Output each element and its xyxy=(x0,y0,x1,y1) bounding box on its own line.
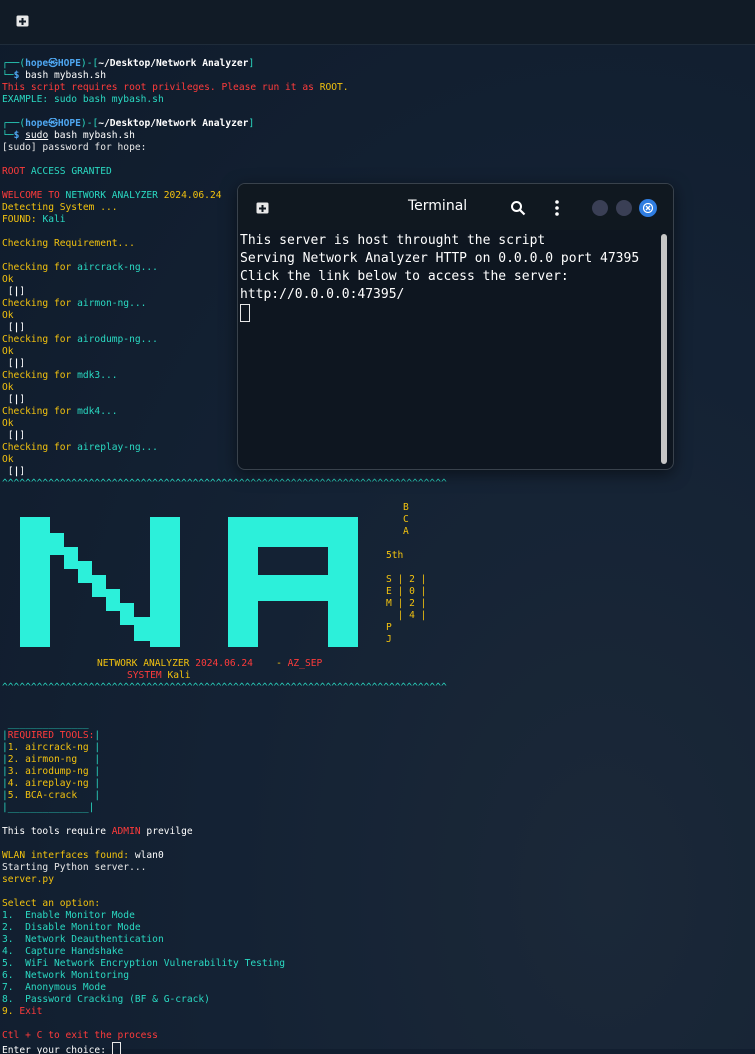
admin-line: This tools require ADMIN previlge xyxy=(2,826,193,837)
window-cursor xyxy=(240,304,250,322)
output-line: This server is host throught the script xyxy=(240,233,546,248)
side-pj: PJ xyxy=(386,622,392,645)
tools-box-top: ______________ xyxy=(2,718,89,729)
side-5th: 5th xyxy=(386,550,404,561)
tools-box-item: |1. aircrack-ng | xyxy=(2,742,101,753)
tools-box-head: |REQUIRED TOOLS:| xyxy=(2,730,101,741)
enter-choice[interactable]: Enter your choice: xyxy=(2,1042,742,1054)
option-item: 5. WiFi Network Encryption Vulnerability… xyxy=(2,958,286,969)
tools-box-bottom: |______________| xyxy=(2,802,95,813)
option-item: 8. Password Cracking (BF & G-crack) xyxy=(2,994,210,1005)
terminal-window[interactable]: Terminal This server is host throught th… xyxy=(237,183,674,470)
example-line: EXAMPLE: sudo bash mybash.sh xyxy=(2,94,164,105)
option-item: 7. Anonymous Mode xyxy=(2,982,106,993)
tools-box-item: |3. airodump-ng | xyxy=(2,766,101,777)
tools-box-item: |4. aireplay-ng | xyxy=(2,778,101,789)
access-granted: ROOT ACCESS GRANTED xyxy=(2,166,112,177)
scrollbar[interactable] xyxy=(661,234,667,464)
caret-divider: ^^^^^^^^^^^^^^^^^^^^^^^^^^^^^^^^^^^^^^^^… xyxy=(2,478,447,489)
tools-box-item: |2. airmon-ng | xyxy=(2,754,101,765)
window-title: Terminal xyxy=(408,198,468,214)
system-line: SYSTEM Kali xyxy=(127,670,191,681)
banner-line: NETWORK ANALYZER 2024.06.24 - AZ_SEP xyxy=(97,658,323,669)
option-item: 6. Network Monitoring xyxy=(2,970,130,981)
select-option: Select an option: xyxy=(2,898,101,909)
server-link[interactable]: http://0.0.0.0:47395/ xyxy=(240,286,660,304)
sudo-prompt: [sudo] password for hope: xyxy=(2,142,147,153)
side-bca: BCA xyxy=(403,502,409,537)
maximize-button[interactable] xyxy=(616,200,632,216)
serverpy-line: server.py xyxy=(2,874,54,885)
side-sem: S | 2 | E | 0 | M | 2 | | 4 | xyxy=(386,574,427,621)
output-line: Serving Network Analyzer HTTP on 0.0.0.0… xyxy=(240,251,640,266)
output-line: Click the link below to access the serve… xyxy=(240,269,569,284)
menu-dots-icon[interactable] xyxy=(554,199,560,217)
top-bar xyxy=(0,0,755,45)
new-tab-icon[interactable] xyxy=(16,14,29,27)
prompt-line: ┌──(hope㉿HOPE)-[~/Desktop/Network Analyz… xyxy=(2,118,255,129)
window-header: Terminal xyxy=(238,184,673,230)
terminal-output-lower: NETWORK ANALYZER 2024.06.24 - AZ_SEP SYS… xyxy=(2,658,742,1054)
option-item: 3. Network Deauthentication xyxy=(2,934,164,945)
window-output: This server is host throught the script … xyxy=(240,232,660,322)
minimize-button[interactable] xyxy=(592,200,608,216)
prompt-line: ┌──(hope㉿HOPE)-[~/Desktop/Network Analyz… xyxy=(2,58,255,69)
na-logo xyxy=(20,517,358,647)
command-line: └─$ sudo bash mybash.sh xyxy=(2,130,135,141)
caret-divider: ^^^^^^^^^^^^^^^^^^^^^^^^^^^^^^^^^^^^^^^^… xyxy=(2,682,447,693)
option-exit: 9. Exit xyxy=(2,1006,43,1017)
error-line: This script requires root privileges. Pl… xyxy=(2,82,349,93)
close-icon xyxy=(643,203,653,213)
option-item: 4. Capture Handshake xyxy=(2,946,124,957)
starting-line: Starting Python server... xyxy=(2,862,147,873)
search-icon[interactable] xyxy=(510,200,526,216)
command-line: └─$ bash mybash.sh xyxy=(2,70,106,81)
option-item: 1. Enable Monitor Mode xyxy=(2,910,135,921)
ctl-exit-line: Ctl + C to exit the process xyxy=(2,1030,158,1041)
option-item: 2. Disable Monitor Mode xyxy=(2,922,141,933)
terminal-cursor xyxy=(111,1042,121,1054)
close-button[interactable] xyxy=(639,199,657,217)
new-tab-icon[interactable] xyxy=(256,201,269,214)
tools-box-item: |5. BCA-crack | xyxy=(2,790,101,801)
wlan-line: WLAN interfaces found: wlan0 xyxy=(2,850,164,861)
